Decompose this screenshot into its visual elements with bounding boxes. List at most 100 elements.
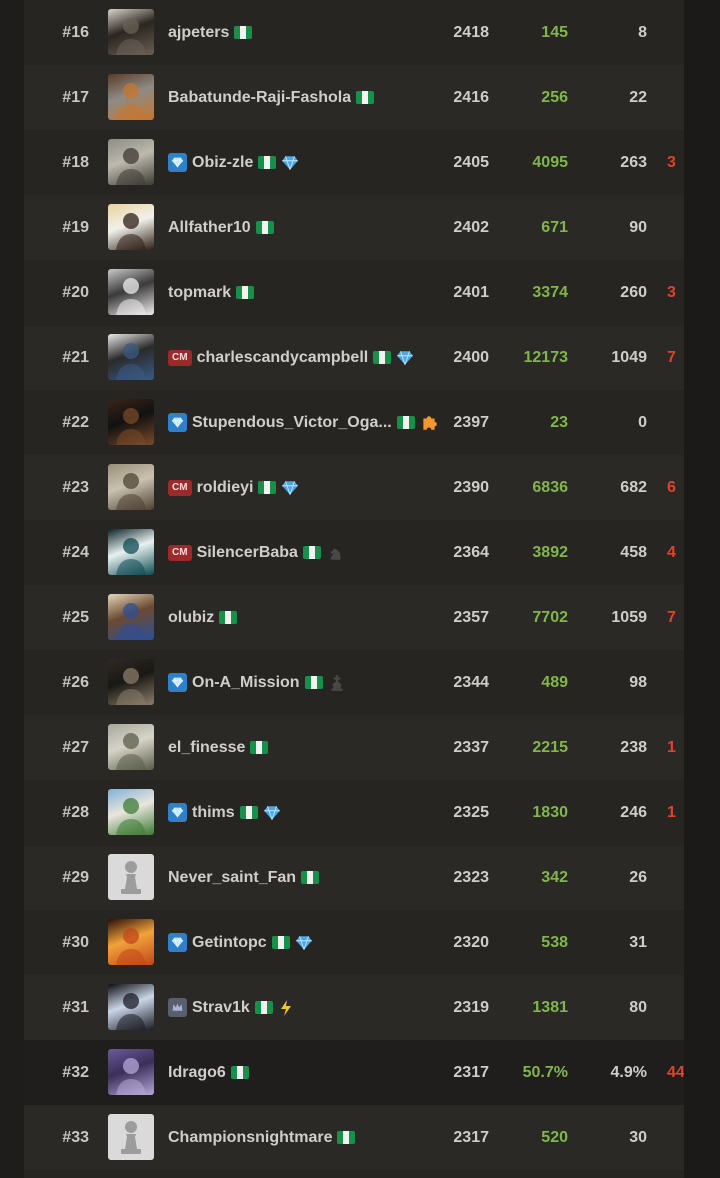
- player-name-cell: olubiz: [168, 585, 238, 650]
- leaderboard-row[interactable]: #29 Never_saint_Fan 2323 342 26: [24, 845, 684, 910]
- user-avatar-photo-food-laptop[interactable]: [108, 74, 154, 120]
- user-avatar-photo-s-logo[interactable]: [108, 984, 154, 1030]
- player-name-cell: el_finesse: [168, 715, 269, 780]
- drawn-value: 8: [638, 24, 647, 41]
- user-avatar-photo-man-mask[interactable]: [108, 204, 154, 250]
- leaderboard-row[interactable]: #30 Getintopc 2320 538 31: [24, 910, 684, 975]
- username-link[interactable]: el_finesse: [168, 739, 245, 757]
- won-value: 671: [541, 219, 568, 236]
- leaderboard-row[interactable]: #16 ajpeters 2418 145 8: [24, 0, 684, 65]
- user-avatar-photo-fire-demon[interactable]: [108, 919, 154, 965]
- username-link[interactable]: Babatunde-Raji-Fashola: [168, 89, 351, 107]
- right-gutter: [684, 0, 720, 1178]
- lost-value: 7: [667, 349, 676, 366]
- won-value: 256: [541, 89, 568, 106]
- user-avatar-photo-woman-tree[interactable]: [108, 464, 154, 510]
- username-link[interactable]: Obiz-zle: [192, 154, 253, 172]
- nigeria-flag-icon: [258, 156, 277, 169]
- leaderboard-row[interactable]: #19 Allfather10 2402 671 90: [24, 195, 684, 260]
- username-link[interactable]: Never_saint_Fan: [168, 869, 296, 887]
- rating-value: 2402: [453, 219, 489, 236]
- rating-value: 2323: [453, 869, 489, 886]
- won-value: 145: [541, 24, 568, 41]
- rating-value: 2344: [453, 674, 489, 691]
- leaderboard-row[interactable]: #26 On-A_Mission 2344 489 98: [24, 650, 684, 715]
- user-avatar-pawn[interactable]: [108, 1114, 154, 1160]
- leaderboard-row[interactable]: #31 Strav1k 2319 1381 80: [24, 975, 684, 1040]
- rating-value: 2364: [453, 544, 489, 561]
- rating-value: 2416: [453, 89, 489, 106]
- player-name-cell: Idrago6: [168, 1040, 249, 1105]
- leaderboard-row[interactable]: #23 CM roldieyi 2390 6836 682 6: [24, 455, 684, 520]
- rating-value: 2390: [453, 479, 489, 496]
- username-link[interactable]: thims: [192, 804, 235, 822]
- player-name-cell: topmark: [168, 260, 255, 325]
- username-link[interactable]: Strav1k: [192, 999, 250, 1017]
- leaderboard-row[interactable]: #25 olubiz 2357 7702 1059 7: [24, 585, 684, 650]
- user-avatar-photo-man-stripes[interactable]: [108, 334, 154, 380]
- user-avatar-photo-white-shirt[interactable]: [108, 269, 154, 315]
- lost-value: 3: [667, 284, 676, 301]
- rating-value: 2418: [453, 24, 489, 41]
- leaderboard-row[interactable]: #33 Championsnightmare 2317 520 30: [24, 1105, 684, 1170]
- user-avatar-photo-man-blue[interactable]: [108, 594, 154, 640]
- username-link[interactable]: roldieyi: [197, 479, 254, 497]
- username-link[interactable]: Getintopc: [192, 934, 267, 952]
- drawn-value: 0: [638, 414, 647, 431]
- player-name-cell: Strav1k: [168, 975, 294, 1040]
- drawn-value: 1049: [611, 349, 647, 366]
- rating-value: 2319: [453, 999, 489, 1016]
- player-name-cell: CM SilencerBaba: [168, 520, 344, 585]
- user-avatar-photo-chess-players[interactable]: [108, 724, 154, 770]
- username-link[interactable]: charlescandycampbell: [197, 349, 369, 367]
- user-avatar-photo-hooded-figure[interactable]: [108, 529, 154, 575]
- drawn-value: 22: [629, 89, 647, 106]
- leaderboard-row[interactable]: #24 CM SilencerBaba 2364 3892 458 4: [24, 520, 684, 585]
- drawn-value: 80: [629, 999, 647, 1016]
- player-name-cell: Championsnightmare: [168, 1105, 356, 1170]
- username-link[interactable]: Stupendous_Victor_Oga...: [192, 414, 392, 432]
- leaderboard-row[interactable]: #27 el_finesse 2337 2215 238 1: [24, 715, 684, 780]
- player-name-cell: On-A_Mission: [168, 650, 346, 715]
- user-avatar-photo-purple-chess[interactable]: [108, 1049, 154, 1095]
- user-avatar-photo-garden-chess[interactable]: [108, 789, 154, 835]
- diamond-icon: [295, 934, 313, 952]
- lost-value: 6: [667, 479, 676, 496]
- user-avatar-photo-man-sitting[interactable]: [108, 139, 154, 185]
- drawn-value: 260: [620, 284, 647, 301]
- leaderboard-row[interactable]: #17 Babatunde-Raji-Fashola 2416 256 22: [24, 65, 684, 130]
- user-avatar-pawn[interactable]: [108, 854, 154, 900]
- lost-value: 3: [667, 154, 676, 171]
- leaderboard-row[interactable]: #20 topmark 2401 3374 260 3: [24, 260, 684, 325]
- username-link[interactable]: olubiz: [168, 609, 214, 627]
- drawn-value: 263: [620, 154, 647, 171]
- leaderboard-row[interactable]: #28 thims 2325 1830 246 1: [24, 780, 684, 845]
- leaderboard-row[interactable]: #21 CM charlescandycampbell 2400 12173 1049 7: [24, 325, 684, 390]
- rank-number: #17: [62, 89, 89, 106]
- won-value: 50.7%: [522, 1064, 568, 1081]
- rank-number: #27: [62, 739, 89, 756]
- leaderboard-row[interactable]: #22 Stupendous_Victor_Oga... 2397 23 0: [24, 390, 684, 455]
- leaderboard-row[interactable]: #32 Idrago6 2317 50.7% 4.9% 44: [24, 1040, 684, 1105]
- username-link[interactable]: Idrago6: [168, 1064, 226, 1082]
- diamond-member-badge-icon: [168, 933, 187, 952]
- username-link[interactable]: Championsnightmare: [168, 1129, 332, 1147]
- rank-number: #18: [62, 154, 89, 171]
- player-name-cell: Allfather10: [168, 195, 274, 260]
- nigeria-flag-icon: [301, 871, 320, 884]
- user-avatar-photo-muscles[interactable]: [108, 399, 154, 445]
- rank-number: #23: [62, 479, 89, 496]
- leaderboard-row[interactable]: #18 Obiz-zle 2405 4095 263 3: [24, 130, 684, 195]
- nigeria-flag-icon: [255, 221, 274, 234]
- user-avatar-photo-chess-board[interactable]: [108, 659, 154, 705]
- nigeria-flag-icon: [254, 1001, 273, 1014]
- username-link[interactable]: On-A_Mission: [192, 674, 300, 692]
- lost-value: 44: [667, 1064, 684, 1081]
- username-link[interactable]: topmark: [168, 284, 231, 302]
- rating-value: 2405: [453, 154, 489, 171]
- nigeria-flag-icon: [304, 676, 323, 689]
- username-link[interactable]: Allfather10: [168, 219, 251, 237]
- username-link[interactable]: ajpeters: [168, 24, 229, 42]
- user-avatar-photo-man-white-shirt[interactable]: [108, 9, 154, 55]
- username-link[interactable]: SilencerBaba: [197, 544, 298, 562]
